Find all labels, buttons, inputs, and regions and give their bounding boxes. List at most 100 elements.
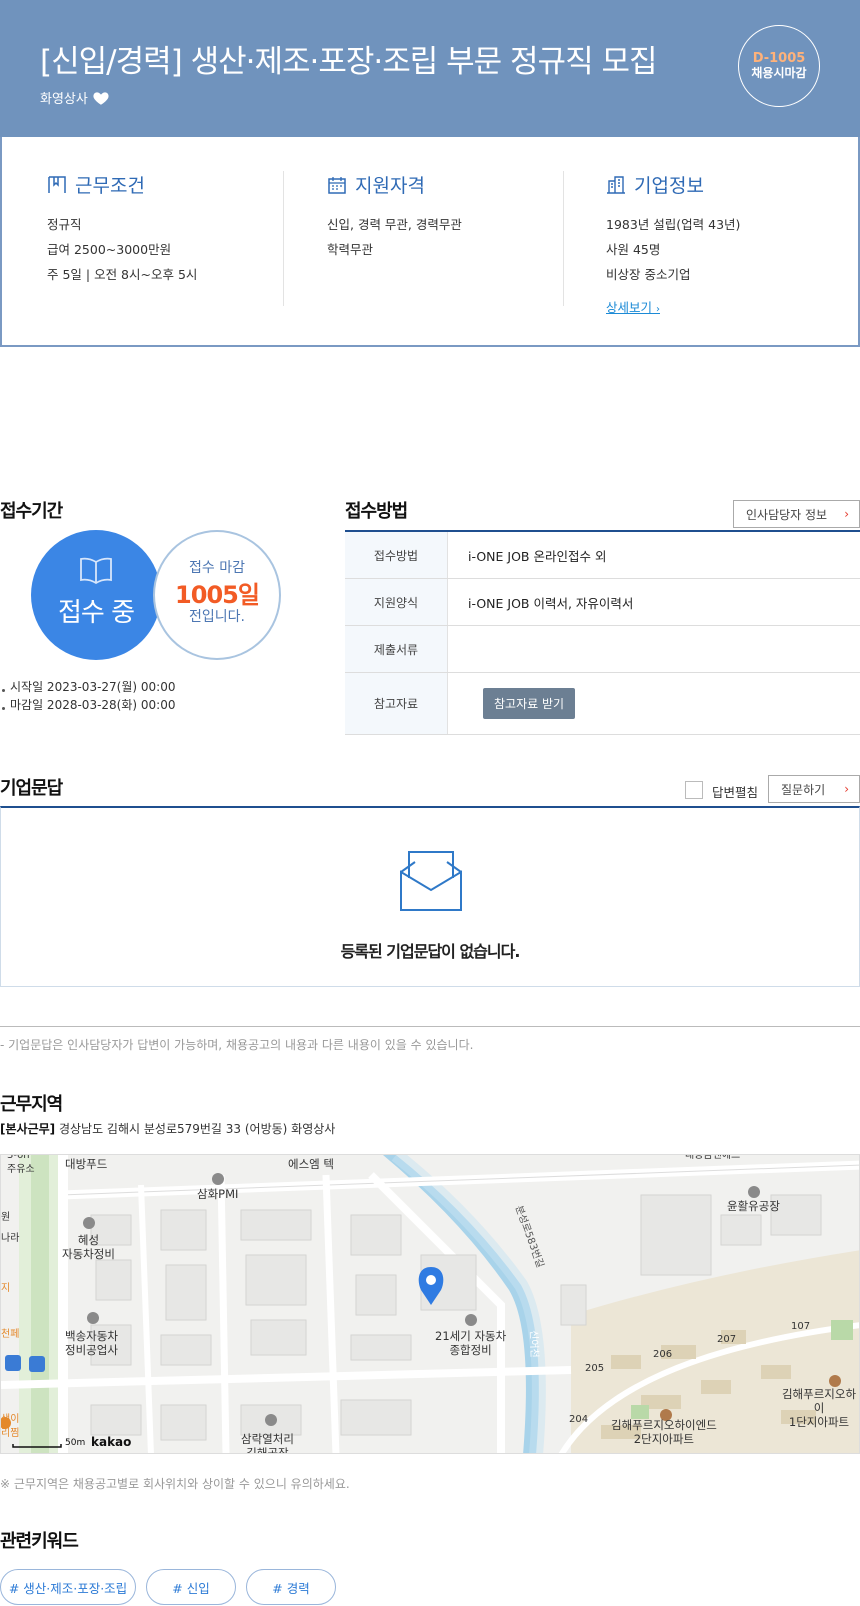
bookmark-icon [48,175,66,193]
location-map[interactable]: 대방푸드 에스엠 텍 삼화PMI 윤활유공장 혜성 자동차정비 백송자동차 정비… [0,1154,860,1454]
period-dates: 시작일 2023-03-27(월) 00:00 마감일 2028-03-28(화… [0,678,175,714]
work-conditions-title: 근무조건 [75,175,145,197]
row-label: 지원양식 [345,579,448,625]
map-label: 김해푸르지오하이엔드 2단지아파트 [611,1418,717,1446]
location-title: 근무지역 [0,1094,63,1115]
row-label: 참고자료 [345,673,448,734]
company-detail-link[interactable]: 상세보기 › [606,297,660,316]
qual-line: 학력무관 [327,242,374,257]
map-label: 206 [653,1349,673,1360]
apply-method-table: 접수방법 i-ONE JOB 온라인접수 외 지원양식 i-ONE JOB 이력… [345,530,860,735]
map-label: 백송자동차 정비공업사 [65,1329,118,1357]
company-detail-link-label: 상세보기 [606,300,653,315]
map-label: 윤활유공장 [727,1199,780,1213]
qa-empty-message: 등록된 기업문답이 없습니다. [340,942,521,961]
expand-answers-label[interactable]: 답변펼침 [712,782,758,801]
period-title: 접수기간 [0,501,63,522]
book-icon [80,557,112,584]
dday-count: D-1005 [752,51,806,66]
map-scale: 50m [65,1438,86,1448]
company-line: 사원 45명 [606,242,661,257]
row-label: 제출서류 [345,626,448,672]
map-label: 나라 [1,1233,20,1244]
address-text: 경상남도 김해시 분성로579번길 33 (어방동) 화영상사 [55,1122,336,1136]
company-line: 비상장 중소기업 [606,267,691,282]
table-row: 참고자료 참고자료 받기 [345,673,860,735]
chevron-right-icon: › [844,782,849,796]
expand-answers-checkbox[interactable] [685,781,703,799]
company-info-title: 기업정보 [634,175,704,197]
qa-title: 기업문답 [0,778,63,799]
map-label: 207 [717,1334,737,1345]
map-label: 혜성 자동차정비 [62,1233,115,1261]
row-value: i-ONE JOB 이력서, 자유이력서 [468,595,634,611]
envelope-icon [400,851,462,911]
map-label: 삼락열처리 김해공장 [241,1432,294,1454]
status-circle: 접수 중 [31,530,161,660]
keywords-title: 관련키워드 [0,1531,79,1552]
ask-question-button[interactable]: 질문하기 › [768,775,860,803]
map-brand: kakao [91,1435,132,1449]
keyword-chip[interactable]: # 생산·제조·포장·조립 [0,1569,136,1605]
qualifications: 지원자격 신입, 경력 무관, 경력무관 학력무관 [327,171,567,262]
deadline-circle: 접수 마감 1005일 전입니다. [153,530,281,660]
table-row: 지원양식 i-ONE JOB 이력서, 자유이력서 [345,579,860,626]
heart-icon[interactable] [92,89,110,107]
keyword-chip[interactable]: # 신입 [146,1569,236,1605]
chevron-right-icon: › [844,507,849,521]
map-label: 에스엠 텍 [288,1157,334,1171]
building-icon [607,175,625,194]
map-label: 204 [569,1414,589,1425]
work-conditions-heading: 근무조건 [47,171,287,198]
job-header: [신입/경력] 생산·제조·포장·조립 부문 정규직 모집 화영상사 D-100… [0,0,860,137]
map-label: 대방푸드 [65,1157,108,1171]
dday-sub: 채용시마감 [751,66,807,80]
qualifications-title: 지원자격 [355,175,425,197]
hr-contact-button[interactable]: 인사담당자 정보 › [733,500,860,528]
company-name[interactable]: 화영상사 [40,88,88,107]
map-label: 205 [585,1363,605,1374]
row-value [448,626,860,672]
map-label: 삼화PMI [197,1187,239,1201]
row-value: 참고자료 받기 [448,673,860,734]
qualifications-heading: 지원자격 [327,171,567,198]
table-row: 제출서류 [345,626,860,673]
map-label: 원 [1,1212,11,1223]
map-label: 21세기 자동차 종합정비 [435,1329,507,1357]
map-label: 지 [1,1283,11,1294]
deadline-top: 접수 마감 [189,560,245,576]
qa-divider [0,1026,860,1027]
deadline-days: 1005일 [175,581,260,609]
map-label: 신어천 [527,1329,540,1358]
table-row: 접수방법 i-ONE JOB 온라인접수 외 [345,532,860,579]
job-summary: 근무조건 정규직 급여 2500~3000만원 주 5일 | 오전 8시~오후 … [0,137,860,347]
calendar-icon [328,176,346,194]
summary-divider [563,171,564,306]
status-label: 접수 중 [57,598,135,628]
work-line: 정규직 [47,217,82,232]
download-reference-button[interactable]: 참고자료 받기 [483,688,576,719]
hr-contact-label: 인사담당자 정보 [746,507,828,522]
qa-list: 등록된 기업문답이 없습니다. [0,806,860,987]
work-address: [본사근무] 경상남도 김해시 분성로579번길 33 (어방동) 화영상사 [0,1120,335,1137]
map-label: 생이 리찜 [1,1414,20,1439]
qa-note: - 기업문답은 인사담당자가 답변이 가능하며, 채용공고의 내용과 다른 내용… [0,1038,474,1052]
row-value: i-ONE JOB 온라인접수 외 [468,548,607,564]
address-tag: [본사근무] [0,1122,56,1136]
location-note: ※ 근무지역은 채용공고별로 회사위치와 상이할 수 있으니 유의하세요. [0,1477,350,1491]
map-label: 3-on 주유소 [7,1154,35,1175]
ask-question-label: 질문하기 [781,782,826,797]
end-date: 마감일 2028-03-28(화) 00:00 [0,696,175,714]
method-title: 접수방법 [345,501,408,522]
work-line: 주 5일 | 오전 8시~오후 5시 [47,267,198,282]
map-label: 김해푸르지오하이 1단지아파트 [781,1387,857,1429]
summary-divider [283,171,284,306]
keyword-chip[interactable]: # 경력 [246,1569,336,1605]
company-name-row: 화영상사 [40,88,110,107]
work-conditions: 근무조건 정규직 급여 2500~3000만원 주 5일 | 오전 8시~오후 … [47,171,287,287]
dday-badge: D-1005 채용시마감 [738,25,820,107]
start-date: 시작일 2023-03-27(월) 00:00 [0,678,175,696]
row-label: 접수방법 [345,532,448,578]
map-label: 대동금엔에프 [685,1154,741,1161]
qual-line: 신입, 경력 무관, 경력무관 [327,217,462,232]
